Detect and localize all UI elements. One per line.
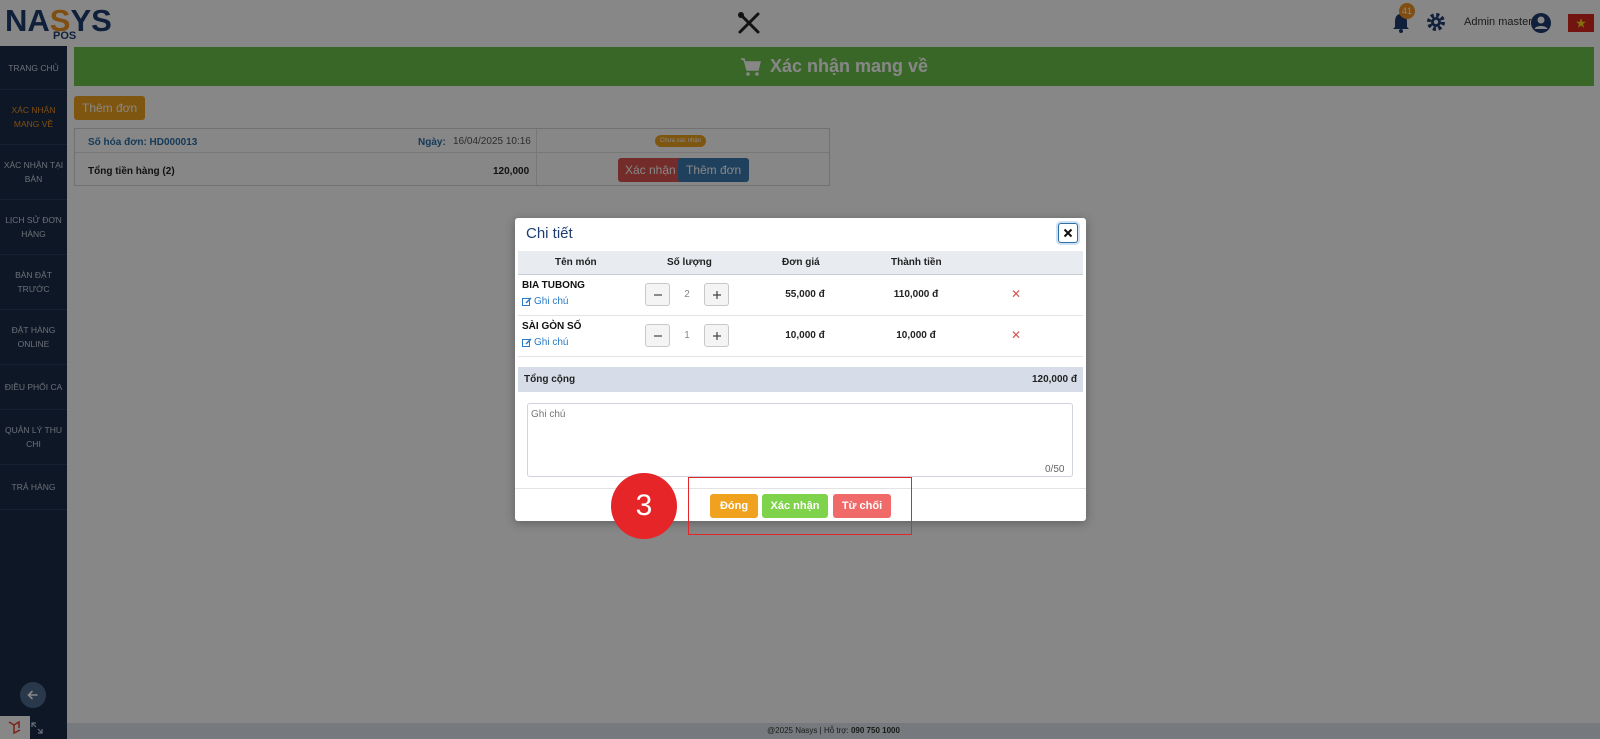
edit-icon <box>522 338 532 347</box>
col-unit-price: Đơn giá <box>782 257 820 268</box>
modal-close-button[interactable] <box>1058 223 1078 243</box>
line-total: 10,000 đ <box>896 330 936 341</box>
quantity-value[interactable]: 1 <box>671 324 703 347</box>
item-note-link[interactable]: Ghi chú <box>522 337 568 348</box>
increase-quantity-button[interactable] <box>704 324 729 347</box>
plus-icon <box>712 290 721 299</box>
plus-icon <box>712 331 721 340</box>
unit-price: 10,000 đ <box>785 330 825 341</box>
table-row: BIA TUBONG Ghi chú 2 55,000 đ 110,000 đ … <box>518 275 1083 316</box>
note-char-count: 0/50 <box>1045 464 1065 475</box>
modal-title: Chi tiết <box>526 225 573 242</box>
col-quantity: Số lượng <box>667 257 712 268</box>
remove-item-icon[interactable]: ✕ <box>1011 328 1021 342</box>
increase-quantity-button[interactable] <box>704 283 729 306</box>
detail-modal: Chi tiết Tên món Số lượng Đơn giá Thành … <box>515 218 1086 521</box>
item-name: SÀI GÒN SỐ <box>522 321 582 332</box>
annotation-highlight-box <box>688 477 912 535</box>
sum-row: Tổng cộng 120,000 đ <box>518 367 1083 392</box>
sum-value: 120,000 đ <box>1031 374 1077 385</box>
col-item-name: Tên món <box>555 257 597 268</box>
decrease-quantity-button[interactable] <box>645 283 670 306</box>
quantity-value[interactable]: 2 <box>671 283 703 306</box>
table-header: Tên món Số lượng Đơn giá Thành tiền <box>518 251 1083 275</box>
step-number-badge: 3 <box>611 473 677 539</box>
line-total: 110,000 đ <box>893 289 939 300</box>
note-textarea[interactable] <box>527 403 1073 477</box>
unit-price: 55,000 đ <box>785 289 825 300</box>
decrease-quantity-button[interactable] <box>645 324 670 347</box>
item-name: BIA TUBONG <box>522 280 585 291</box>
table-row: SÀI GÒN SỐ Ghi chú 1 10,000 đ 10,000 đ ✕ <box>518 316 1083 357</box>
remove-item-icon[interactable]: ✕ <box>1011 287 1021 301</box>
edit-icon <box>522 297 532 306</box>
minus-icon <box>653 334 662 337</box>
item-note-link[interactable]: Ghi chú <box>522 296 568 307</box>
close-icon <box>1063 228 1073 238</box>
sum-label: Tổng cộng <box>524 374 576 385</box>
col-line-total: Thành tiền <box>891 257 942 268</box>
minus-icon <box>653 293 662 296</box>
